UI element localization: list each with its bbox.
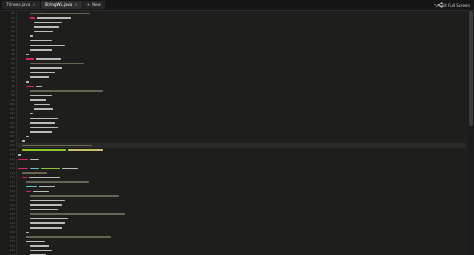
code-token <box>68 149 104 151</box>
code-token <box>29 227 62 229</box>
code-token <box>25 236 112 238</box>
plus-icon: + <box>86 2 91 7</box>
code-token <box>29 90 103 92</box>
tab-stringwl[interactable]: StringWL.java × <box>40 1 82 9</box>
code-token <box>29 67 62 69</box>
tab-new[interactable]: + New <box>82 1 105 9</box>
code-token <box>29 245 49 247</box>
code-token <box>62 167 78 170</box>
code-token <box>25 53 30 56</box>
tab-label: New <box>92 2 101 7</box>
code-token <box>33 21 63 24</box>
code-token <box>33 26 60 28</box>
code-token <box>29 112 34 115</box>
code-token <box>33 30 53 33</box>
code-token <box>25 58 34 60</box>
code-token <box>29 158 39 161</box>
vertical-scrollbar[interactable] <box>468 11 474 255</box>
code-token <box>33 108 53 110</box>
code-token <box>29 217 68 220</box>
code-token <box>29 126 59 129</box>
code-token <box>29 199 65 202</box>
code-token <box>29 44 65 47</box>
code-token <box>41 167 60 170</box>
tab-label: StringWL.java <box>44 2 73 7</box>
tab-tvrows[interactable]: TVrows.java × <box>2 1 40 9</box>
code-token <box>28 176 61 179</box>
code-token <box>21 144 92 147</box>
code-token <box>21 140 26 142</box>
code-token <box>29 99 46 101</box>
code-token <box>29 49 53 51</box>
code-token <box>32 190 49 193</box>
exit-full-screen-button[interactable]: ⤡ Exit Full Screen <box>430 1 474 9</box>
tab-list: TVrows.java × StringWL.java × + New <box>2 1 105 9</box>
code-token <box>29 94 53 97</box>
code-token <box>29 122 56 124</box>
code-token <box>21 172 48 174</box>
code-token <box>35 58 62 60</box>
code-token <box>21 149 67 151</box>
code-token <box>29 222 65 224</box>
code-token <box>29 249 53 252</box>
code-token <box>25 81 30 83</box>
code-token <box>25 190 31 193</box>
code-token <box>21 176 27 179</box>
exit-full-screen-label: Exit Full Screen <box>439 2 470 8</box>
code-token <box>25 85 34 88</box>
close-icon[interactable]: × <box>74 1 77 9</box>
scrollbar-thumb[interactable] <box>469 11 473 126</box>
code-token <box>29 35 34 37</box>
code-token <box>18 158 28 161</box>
code-editor[interactable]: 80 81 82 83 84 85 86 87 88 89 90 91 92 93 94 95 96 97 98 99… <box>0 11 474 255</box>
code-token <box>25 185 37 188</box>
exit-icon: ⤡ <box>434 2 438 8</box>
code-token <box>39 185 55 188</box>
tab-label: TVrows.java <box>6 2 31 7</box>
code-token <box>29 131 53 133</box>
code-token <box>18 154 22 156</box>
code-token <box>25 231 30 234</box>
code-token <box>29 17 35 19</box>
code-token <box>29 117 59 120</box>
code-token <box>33 103 50 106</box>
code-token <box>36 17 72 19</box>
code-token <box>25 135 30 138</box>
code-token <box>29 195 119 197</box>
tab-bar: TVrows.java × StringWL.java × + New ⤡ Ex… <box>0 0 474 11</box>
code-token <box>25 240 45 243</box>
code-area[interactable]: 80 81 82 83 84 85 86 87 88 89 90 91 92 93 94 95 96 97 98 99… <box>10 11 466 255</box>
code-token <box>29 167 39 170</box>
code-token <box>29 39 53 42</box>
code-token <box>29 76 49 78</box>
code-token <box>18 167 28 170</box>
code-token <box>25 181 90 183</box>
close-icon[interactable]: × <box>32 1 35 9</box>
code-token <box>29 204 62 206</box>
code-token <box>29 208 59 211</box>
code-token <box>29 12 91 15</box>
code-token <box>35 85 43 88</box>
code-token <box>29 213 125 215</box>
code-token <box>29 62 84 65</box>
code-token <box>29 71 56 74</box>
